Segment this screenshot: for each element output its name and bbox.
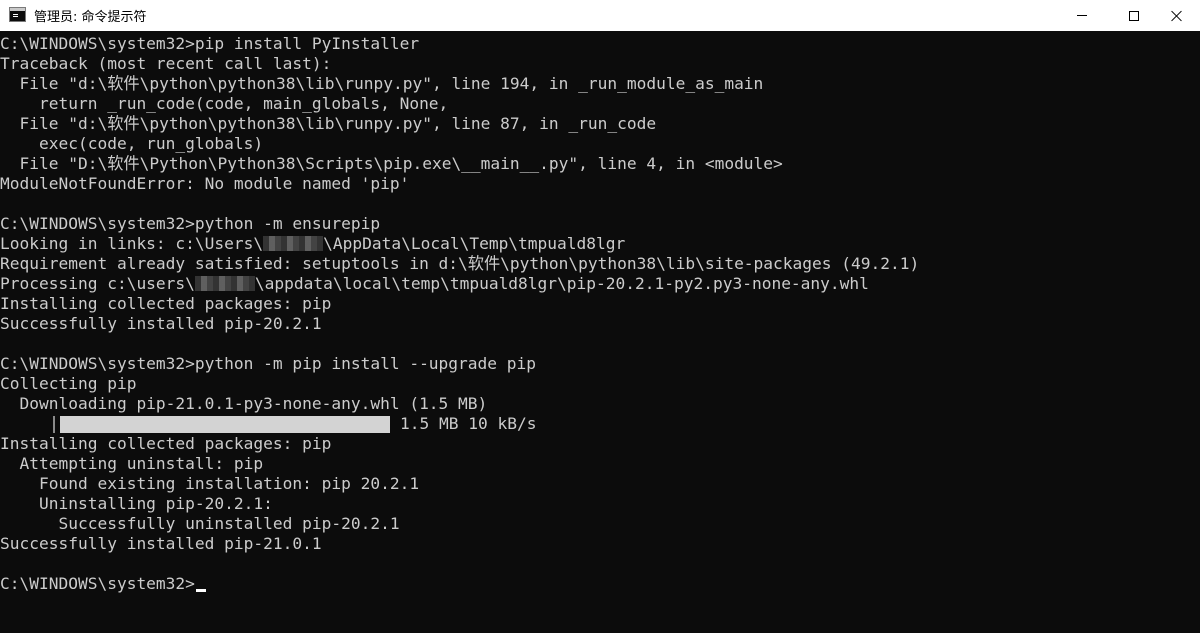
console-line: Uninstalling pip-20.2.1: xyxy=(0,494,273,513)
download-progress-line: 1.5 MB 10 kB/s xyxy=(0,414,1200,434)
console-line: Attempting uninstall: pip xyxy=(0,454,264,473)
console-line: File "D:\软件\Python\Python38\Scripts\pip.… xyxy=(0,154,783,173)
console-line: Successfully installed pip-20.2.1 xyxy=(0,314,322,333)
console-line: Requirement already satisfied: setuptool… xyxy=(0,254,920,273)
console-line-looking: Looking in links: c:\Users\ \AppData\Loca… xyxy=(0,234,1200,254)
console-line: Downloading pip-21.0.1-py3-none-any.whl … xyxy=(0,394,488,413)
console-line: return _run_code(code, main_globals, Non… xyxy=(0,94,449,113)
console-line: C:\WINDOWS\system32>python -m pip instal… xyxy=(0,354,537,373)
prompt-line[interactable]: C:\WINDOWS\system32> xyxy=(0,574,1200,594)
console-line: Traceback (most recent call last): xyxy=(0,54,332,73)
console-output[interactable]: C:\WINDOWS\system32>pip install PyInstal… xyxy=(0,34,1200,633)
maximize-icon xyxy=(1129,10,1139,21)
progress-text: 1.5 MB 10 kB/s xyxy=(400,414,537,433)
console-line: Collecting pip xyxy=(0,374,137,393)
processing-suffix: \appdata\local\temp\tmpuald8lgr\pip-20.2… xyxy=(254,274,869,293)
cmd-icon[interactable] xyxy=(9,7,26,22)
console-line: exec(code, run_globals) xyxy=(0,134,264,153)
progress-bar-fill xyxy=(60,416,390,433)
close-icon xyxy=(1171,10,1183,22)
looking-suffix: \AppData\Local\Temp\tmpuald8lgr xyxy=(323,234,626,253)
console-line: Successfully uninstalled pip-20.2.1 xyxy=(0,514,400,533)
console-line-processing: Processing c:\users\ \appdata\local\temp\… xyxy=(0,274,1200,294)
console-line: Found existing installation: pip 20.2.1 xyxy=(0,474,420,493)
title-bar: 管理员: 命令提示符 xyxy=(0,0,1200,31)
maximize-button[interactable] xyxy=(1111,0,1157,31)
console-line: Installing collected packages: pip xyxy=(0,434,332,453)
console-line: File "d:\软件\python\python38\lib\runpy.py… xyxy=(0,114,657,133)
close-button[interactable] xyxy=(1154,0,1200,31)
console-line: C:\WINDOWS\system32>python -m ensurepip xyxy=(0,214,381,233)
progress-bar-edge xyxy=(53,416,55,433)
minimize-button[interactable] xyxy=(1059,0,1105,31)
download-progress-bar xyxy=(60,416,390,433)
processing-prefix: Processing c:\users\ xyxy=(0,274,195,293)
console-line: C:\WINDOWS\system32>pip install PyInstal… xyxy=(0,34,420,53)
console-line: Installing collected packages: pip xyxy=(0,294,332,313)
text-cursor xyxy=(195,589,206,592)
console-line: Successfully installed pip-21.0.1 xyxy=(0,534,322,553)
console-line: File "d:\软件\python\python38\lib\runpy.py… xyxy=(0,74,764,93)
looking-prefix: Looking in links: c:\Users\ xyxy=(0,234,264,253)
console-line: ModuleNotFoundError: No module named 'pi… xyxy=(0,174,410,193)
window-title: 管理员: 命令提示符 xyxy=(34,10,147,25)
minimize-icon xyxy=(1077,15,1087,16)
redacted-username xyxy=(263,236,324,251)
redacted-username xyxy=(194,276,255,291)
command-prompt: C:\WINDOWS\system32> xyxy=(0,574,195,593)
